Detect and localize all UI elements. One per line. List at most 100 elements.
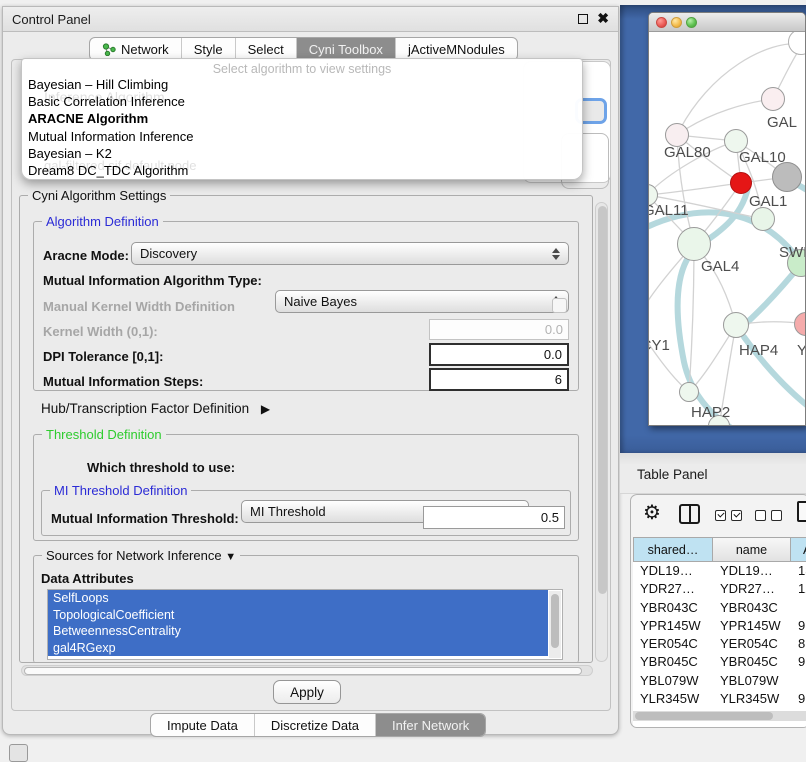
menu-item-aracne[interactable]: ARACNE Algorithm [22,110,582,127]
column-header-shared-name[interactable]: shared… [633,537,713,562]
mi-type-combo[interactable]: Naive Bayes [275,290,569,313]
aracne-mode-combo[interactable]: Discovery [131,242,569,265]
attributes-list-scrollbar-thumb[interactable] [551,594,559,648]
table-row[interactable]: YDR27… YDR27… 12 [633,580,806,598]
network-canvas[interactable]: GAL GAL80 GAL10 GAL1 GAL11 GAL4 SWI4 GCY… [649,32,806,426]
network-desktop-area: GAL GAL80 GAL10 GAL1 GAL11 GAL4 SWI4 GCY… [620,5,806,453]
mi-threshold-field[interactable] [423,506,565,529]
table-row[interactable]: YBL079W YBL079W [633,672,806,690]
node-label-hap2: HAP2 [691,404,730,421]
tab-jactivemnodules[interactable]: jActiveMNodules [396,38,517,60]
apply-button[interactable]: Apply [273,680,341,704]
table-row[interactable]: YBR045C YBR045C 9. [633,653,806,671]
column-header-partial[interactable]: A [791,537,806,562]
menu-item-dream8[interactable]: Dream8 DC_TDC Algorithm [22,162,582,179]
settings-vertical-scrollbar[interactable] [595,202,608,662]
column-header-name[interactable]: name [713,537,791,562]
sources-title: Sources for Network Inference [46,548,222,563]
collapse-down-icon[interactable]: ▼ [225,551,236,563]
node-green-mid[interactable] [751,207,775,231]
mi-steps-field[interactable] [429,368,569,391]
menu-item-mutual-information[interactable]: Mutual Information Inference [22,128,582,145]
node-gal-partial[interactable] [761,87,785,111]
list-item-topologicalcoefficient[interactable]: TopologicalCoefficient [48,607,548,624]
restore-panel-button[interactable] [9,744,28,762]
kernel-width-field[interactable] [429,319,569,340]
table-panel-title: Table Panel [637,467,708,482]
float-window-icon[interactable] [578,14,588,24]
tab-style[interactable]: Style [182,38,236,60]
node-hap4[interactable] [723,312,749,338]
threshold-definition-title: Threshold Definition [42,427,166,442]
table-row[interactable]: YER054C YER054C 8. [633,635,806,653]
cell: YDR27… [713,580,791,598]
table-horizontal-scrollbar[interactable] [633,711,806,721]
menu-item-bayesian-k2[interactable]: Bayesian – K2 [22,145,582,162]
node-gal4[interactable] [677,227,711,261]
mi-threshold-label: Mutual Information Threshold: [51,511,239,526]
dpi-tolerance-field[interactable] [429,343,569,366]
tab-network[interactable]: Network [90,38,182,60]
table-panel-window: ⚙ shared… name A YDL19… YDL19… 13 YDR27…… [630,494,806,728]
menu-item-basic-correlation[interactable]: Basic Correlation Inference [22,93,582,110]
node-label-swi4: SWI4 [779,244,806,261]
close-traffic-light-icon[interactable] [656,17,667,28]
mi-steps-label: Mutual Information Steps: [43,374,203,389]
cell: YBR045C [713,653,791,671]
control-panel-title: Control Panel [12,12,91,27]
settings-horizontal-scrollbar[interactable] [21,665,593,676]
settings-vertical-scrollbar-thumb[interactable] [598,206,607,594]
gear-icon[interactable]: ⚙ [643,500,661,525]
tab-jactivemnodules-label: jActiveMNodules [408,42,505,57]
menu-item-bayesian-hill-climbing[interactable]: Bayesian – Hill Climbing [22,76,582,93]
hub-section-label: Hub/Transcription Factor Definition [41,401,249,416]
node-gray[interactable] [772,162,802,192]
cell: YPR145W [633,617,713,635]
unchecked-checkbox-icon[interactable] [771,510,782,521]
attributes-list-scrollbar[interactable] [549,591,561,658]
hub-section-toggle[interactable]: Hub/Transcription Factor Definition ▶ [41,401,270,416]
data-attributes-list[interactable]: SelfLoops TopologicalCoefficient Between… [47,589,563,660]
manual-kernel-checkbox[interactable] [552,298,567,313]
network-window-titlebar[interactable] [649,13,805,32]
list-item-gal4rgexp[interactable]: gal4RGexp [48,640,548,657]
table-row[interactable]: YDL19… YDL19… 13 [633,562,806,580]
tab-select[interactable]: Select [236,38,297,60]
tab-network-label: Network [121,42,169,57]
tab-infer-network[interactable]: Infer Network [376,714,485,736]
combo-stepper-icon [552,248,560,260]
cell: 8. [791,635,806,653]
table-horizontal-scrollbar-thumb[interactable] [635,712,773,720]
tab-select-label: Select [248,42,284,57]
zoom-traffic-light-icon[interactable] [686,17,697,28]
close-icon[interactable]: ✖ [597,10,609,27]
tab-cyni-toolbox[interactable]: Cyni Toolbox [297,38,396,60]
minimize-traffic-light-icon[interactable] [671,17,682,28]
unchecked-checkbox-icon[interactable] [755,510,766,521]
node-hap2[interactable] [679,382,699,402]
cell: 9. [791,690,806,708]
settings-horizontal-scrollbar-thumb[interactable] [24,667,582,675]
checked-checkbox-icon[interactable] [731,510,742,521]
node-gal1-red[interactable] [730,172,752,194]
document-icon[interactable] [797,501,806,522]
cell: YLR345W [713,690,791,708]
tab-impute-data[interactable]: Impute Data [151,714,255,736]
table-row[interactable]: YLR345W YLR345W 9. [633,690,806,708]
tab-discretize-data[interactable]: Discretize Data [255,714,376,736]
list-item-betweennesscentrality[interactable]: BetweennessCentrality [48,623,548,640]
table-row[interactable]: YPR145W YPR145W 9. [633,617,806,635]
mi-type-value: Naive Bayes [284,294,357,309]
node-label-gal1: GAL1 [749,193,787,210]
cell: 13 [791,562,806,580]
cell: YER054C [633,635,713,653]
algorithm-dropdown-popup: Inference Algorithm gal-filtered sif def… [21,58,583,180]
list-item-selfloops[interactable]: SelfLoops [48,590,548,607]
checked-checkbox-icon[interactable] [715,510,726,521]
split-columns-icon[interactable] [679,504,700,524]
mi-type-label: Mutual Information Algorithm Type: [43,273,262,288]
table-row[interactable]: YBR043C YBR043C [633,599,806,617]
cell: YER054C [713,635,791,653]
cell: YLR345W [633,690,713,708]
algorithm-definition-title: Algorithm Definition [42,214,163,229]
